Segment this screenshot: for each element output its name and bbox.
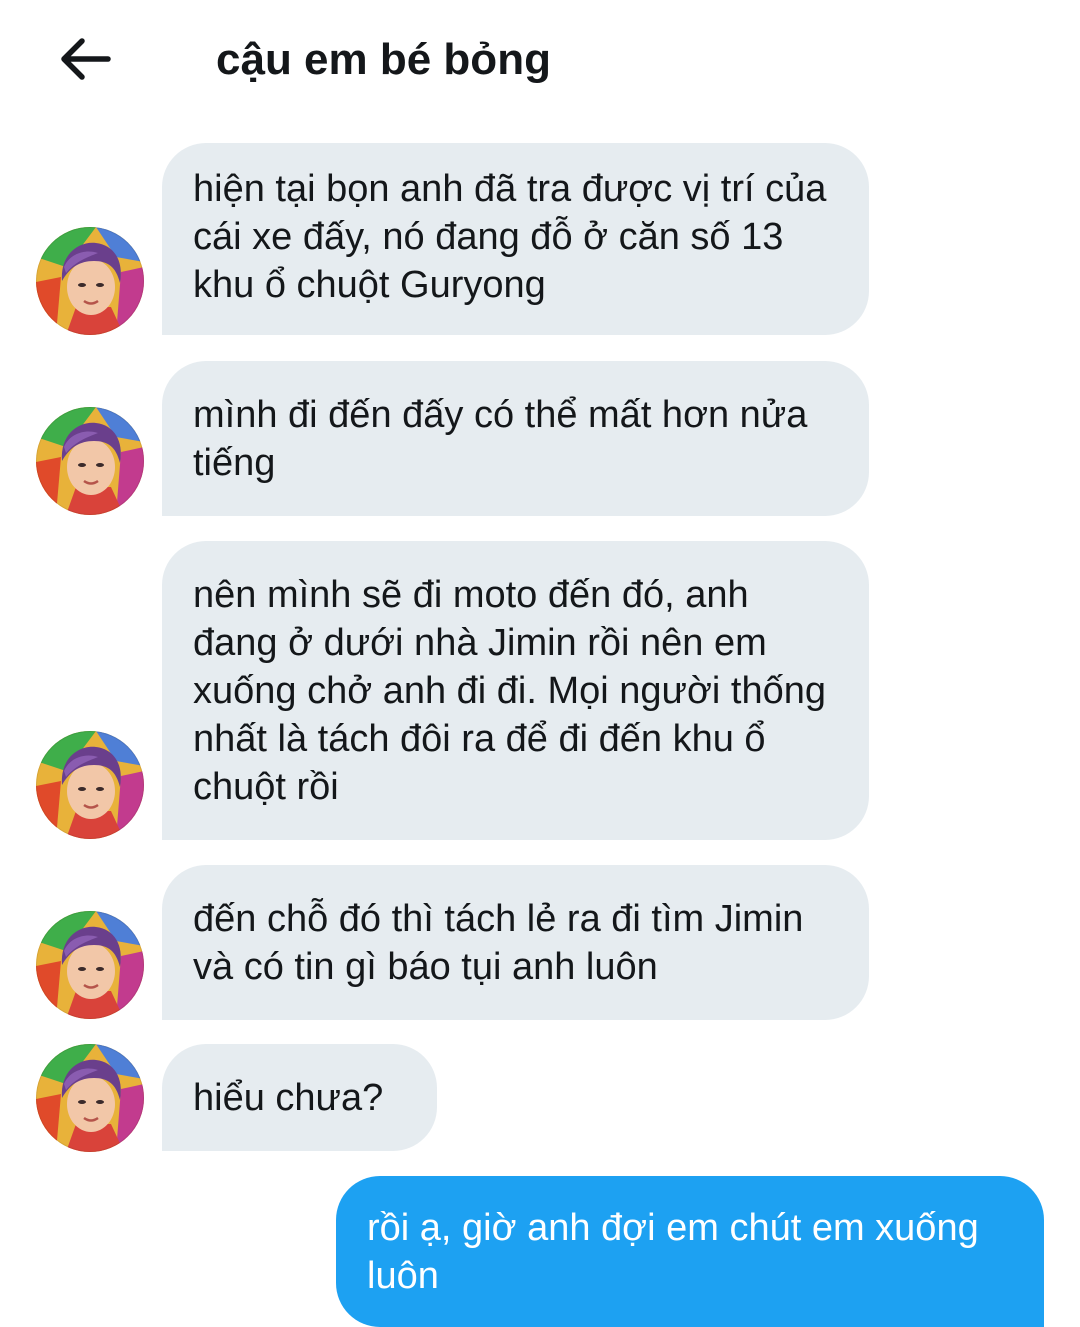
message-text: mình đi đến đấy có thể mất hơn nửa tiếng — [193, 394, 808, 484]
message-text: hiểu chưa? — [193, 1077, 384, 1119]
message-row: rồi ạ, giờ anh đợi em chút em xuống luôn — [0, 1176, 1080, 1327]
message-row: đến chỗ đó thì tách lẻ ra đi tìm Jimin v… — [0, 865, 1080, 1020]
message-row: hiểu chưa? — [0, 1044, 1080, 1151]
contact-avatar[interactable] — [36, 407, 144, 515]
contact-avatar[interactable] — [36, 731, 144, 839]
incoming-message-bubble[interactable]: đến chỗ đó thì tách lẻ ra đi tìm Jimin v… — [162, 865, 869, 1020]
message-row: mình đi đến đấy có thể mất hơn nửa tiếng — [0, 361, 1080, 516]
conversation-title: cậu em bé bỏng — [216, 35, 551, 84]
contact-avatar[interactable] — [36, 227, 144, 335]
contact-avatar[interactable] — [36, 911, 144, 1019]
message-text: hiện tại bọn anh đã tra được vị trí của … — [193, 168, 827, 306]
message-row: nên mình sẽ đi moto đến đó, anh đang ở d… — [0, 541, 1080, 840]
message-text: đến chỗ đó thì tách lẻ ra đi tìm Jimin v… — [193, 898, 804, 988]
incoming-message-bubble[interactable]: mình đi đến đấy có thể mất hơn nửa tiếng — [162, 361, 869, 516]
incoming-message-bubble[interactable]: nên mình sẽ đi moto đến đó, anh đang ở d… — [162, 541, 869, 840]
conversation-header: cậu em bé bỏng — [0, 0, 1080, 120]
arrow-left-icon — [61, 38, 111, 80]
incoming-message-bubble[interactable]: hiểu chưa? — [162, 1044, 437, 1151]
back-button[interactable] — [52, 26, 118, 92]
message-text: rồi ạ, giờ anh đợi em chút em xuống luôn — [367, 1207, 979, 1297]
message-text: nên mình sẽ đi moto đến đó, anh đang ở d… — [193, 574, 826, 808]
message-row: hiện tại bọn anh đã tra được vị trí của … — [0, 143, 1080, 335]
incoming-message-bubble[interactable]: hiện tại bọn anh đã tra được vị trí của … — [162, 143, 869, 335]
contact-avatar[interactable] — [36, 1044, 144, 1152]
outgoing-message-bubble[interactable]: rồi ạ, giờ anh đợi em chút em xuống luôn — [336, 1176, 1044, 1327]
